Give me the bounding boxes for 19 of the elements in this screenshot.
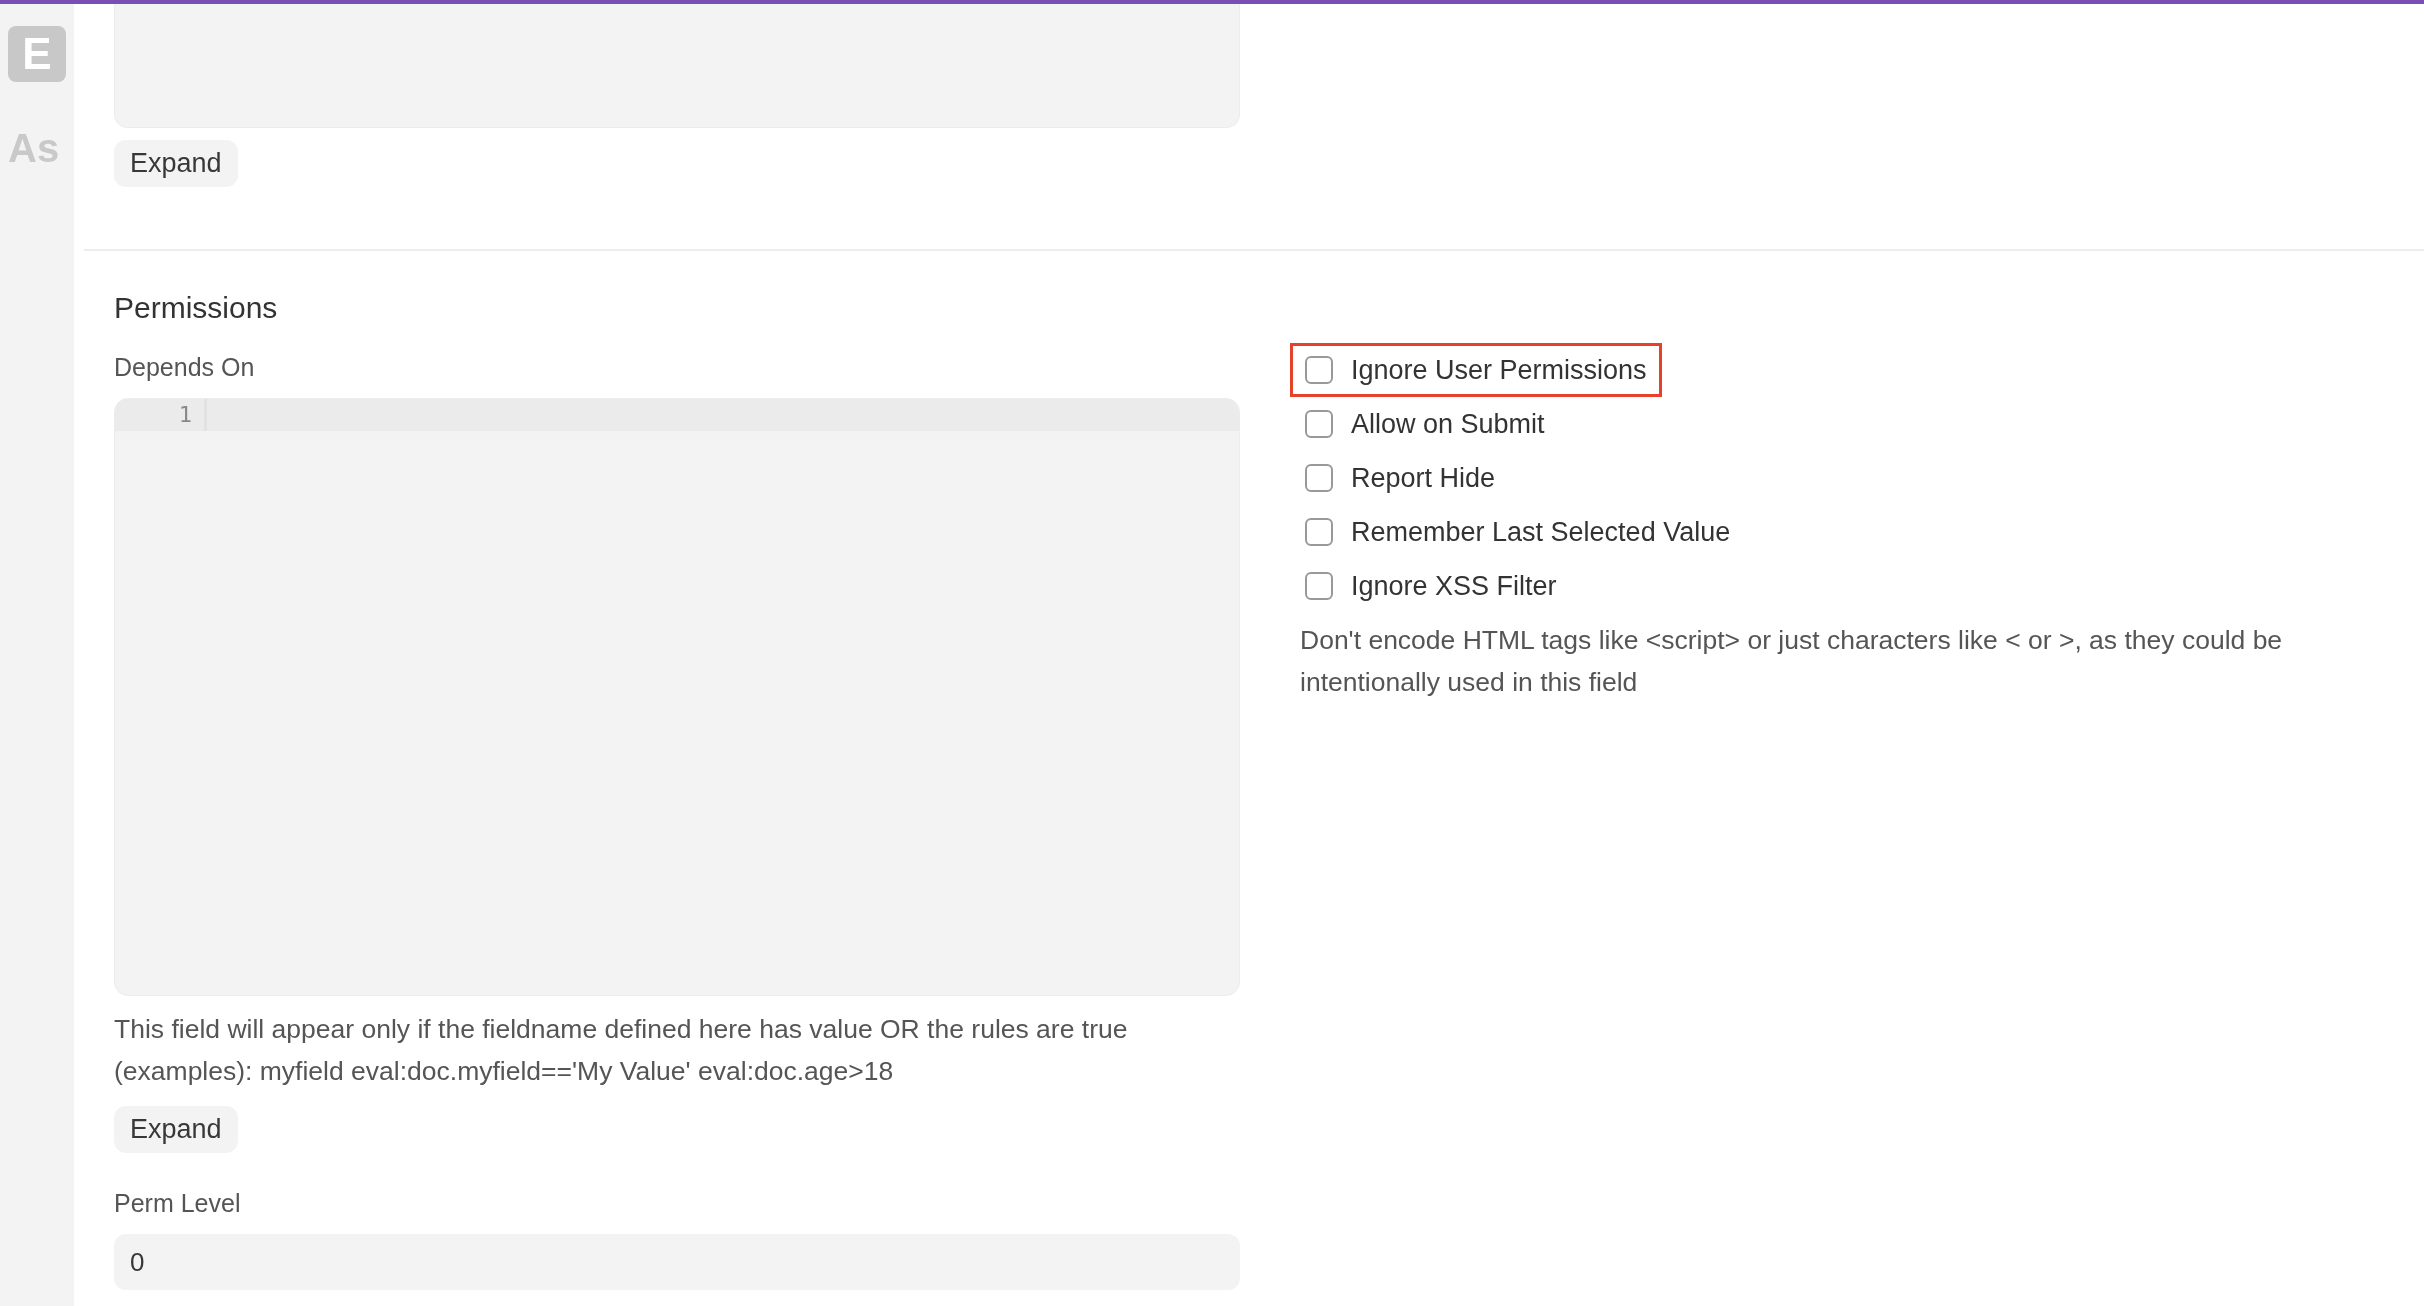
- checkbox-option[interactable]: Allow on Submit: [1290, 397, 1560, 451]
- checkbox[interactable]: [1305, 518, 1333, 546]
- field-label: Perm Level: [114, 1189, 242, 1218]
- checkbox-option[interactable]: Remember Last Selected Value: [1290, 505, 1746, 559]
- checkbox-option[interactable]: Ignore XSS Filter: [1290, 559, 1572, 613]
- checkbox[interactable]: [1305, 410, 1333, 438]
- help-text: This field will appear only if the fieldname defined here has value OR the rules are true (examples): myfield eval:doc.myfield=='My Value' eval:doc.age>18: [114, 1013, 1129, 1088]
- section-title: Permissions: [114, 291, 279, 325]
- checkbox-option[interactable]: Report Hide: [1290, 451, 1511, 505]
- checkbox[interactable]: [1305, 572, 1333, 600]
- line-number: 1: [115, 399, 207, 431]
- expand-button[interactable]: Expand: [114, 1106, 238, 1153]
- checkbox[interactable]: [1305, 464, 1333, 492]
- expand-button[interactable]: Expand: [114, 140, 238, 187]
- input-field[interactable]: 0: [114, 1234, 1240, 1290]
- checkbox[interactable]: [1305, 356, 1333, 384]
- field-label: Depends On: [114, 353, 256, 382]
- checkbox-option[interactable]: Ignore User Permissions: [1290, 343, 1662, 397]
- help-text: Don't encode HTML tags like <script> or just characters like < or >, as they could be intentionally used in this field: [1300, 624, 2284, 699]
